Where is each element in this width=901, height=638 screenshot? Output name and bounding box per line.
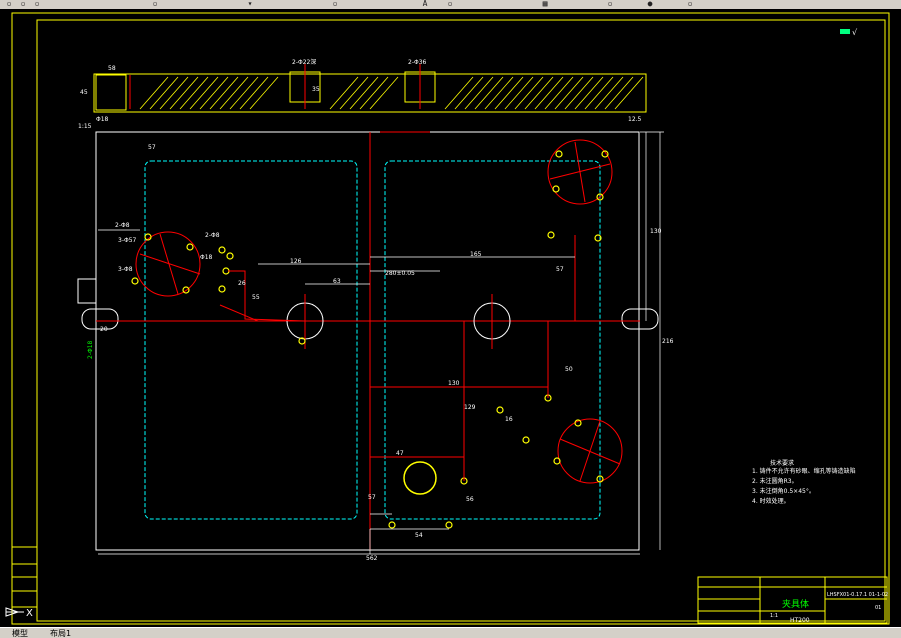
dim-label: 26 [238, 280, 246, 287]
bolt-circle-left [135, 231, 201, 297]
dim-label: 2-Φ36 [408, 59, 427, 66]
roughness-marker [840, 29, 850, 34]
notes-item: 4. 时效处理。 [752, 497, 790, 505]
part-name: 夹具体 [782, 598, 809, 610]
drawing-canvas[interactable]: √ 58 2-Φ22深 2-Φ36 45 35 Φ18 1:15 12.5 57… [0, 9, 901, 627]
cad-drawing: √ 58 2-Φ22深 2-Φ36 45 35 Φ18 1:15 12.5 57… [11, 12, 890, 625]
dim-label: 216 [662, 338, 674, 345]
dim-label: 57 [368, 494, 376, 501]
dim-label: 20 [100, 326, 108, 333]
dim-label: 2-Φ8 [205, 232, 220, 239]
notes-item: 3. 未注倒角0.5×45°。 [752, 487, 815, 495]
ucs-icon: X [5, 607, 33, 619]
notes-heading: 技术要求 [770, 459, 794, 467]
dim-label: 47 [396, 450, 404, 457]
properties-icon[interactable]: ▫ [445, 0, 455, 8]
dim-label: 55 [252, 294, 260, 301]
svg-text:X: X [26, 608, 33, 619]
notes-item: 2. 未注圆角R3。 [752, 477, 798, 485]
layers-manager-icon[interactable]: ▫ [605, 0, 615, 8]
dim-label: 3-Φ57 [118, 237, 137, 244]
status-bar: 模型 布局1 [0, 627, 901, 638]
dimension-lines [98, 131, 664, 555]
dim-label: 16 [505, 416, 513, 423]
text-icon[interactable]: ▾ [245, 0, 255, 8]
dim-label: Φ18 [96, 116, 109, 123]
dim-label: 35 [312, 86, 320, 93]
dim-label: 57 [148, 144, 156, 151]
svg-text:√: √ [852, 28, 858, 37]
dim-label: 2-Φ8 [115, 222, 130, 229]
dim-label: 57 [556, 266, 564, 273]
dim-label: 56 [466, 496, 474, 503]
dim-label: 130 [448, 380, 460, 387]
color-icon[interactable]: ● [645, 0, 655, 8]
dim-label: Φ18 [200, 254, 213, 261]
layer-icon[interactable]: A [420, 0, 430, 8]
dim-label: 562 [366, 555, 378, 562]
bore-bottom [403, 461, 437, 495]
dim-label: 129 [464, 404, 476, 411]
dim-label: 3-Φ8 [118, 266, 133, 273]
dim-label: 2-Φ22深 [292, 58, 316, 66]
dim-label: 280±0.05 [385, 270, 415, 277]
sheet: 01 [875, 605, 881, 611]
dim-label: 45 [80, 89, 88, 96]
left-pocket [144, 160, 358, 520]
linetype-icon[interactable]: ▫ [685, 0, 695, 8]
material: HT200 [790, 617, 810, 624]
zoom-window-icon[interactable]: ▫ [150, 0, 160, 8]
zoom-in-icon[interactable]: ▫ [18, 0, 28, 8]
dim-label: 63 [333, 278, 341, 285]
right-slot [621, 308, 659, 330]
drawing-number: LHSFX01-0.17.1 01-1-02 [827, 592, 888, 598]
dim-label: 50 [565, 366, 573, 373]
dim-label: 165 [470, 251, 482, 258]
zoom-icon[interactable]: ▫ [4, 0, 14, 8]
dim-label: 54 [415, 532, 423, 539]
construction-lines [219, 131, 576, 481]
zoom-out-icon[interactable]: ▫ [32, 0, 42, 8]
scale: 1:1 [770, 613, 778, 619]
dim-label: 1:15 [78, 123, 92, 130]
dimension-icon[interactable]: ▫ [330, 0, 340, 8]
technical-notes: 技术要求 1. 铸件不允许有砂眼、缩孔等铸造缺陷 2. 未注圆角R3。 3. 未… [752, 459, 856, 505]
hatch [139, 76, 644, 110]
notes-item: 1. 铸件不允许有砂眼、缩孔等铸造缺陷 [752, 467, 856, 475]
dim-label: 126 [290, 258, 302, 265]
dim-label: 2-Φ18 [87, 340, 94, 359]
dim-label: 58 [108, 65, 116, 72]
dim-label: 130 [650, 228, 662, 235]
roughness-label: 12.5 [628, 116, 642, 123]
table-icon[interactable]: ▦ [540, 0, 550, 8]
